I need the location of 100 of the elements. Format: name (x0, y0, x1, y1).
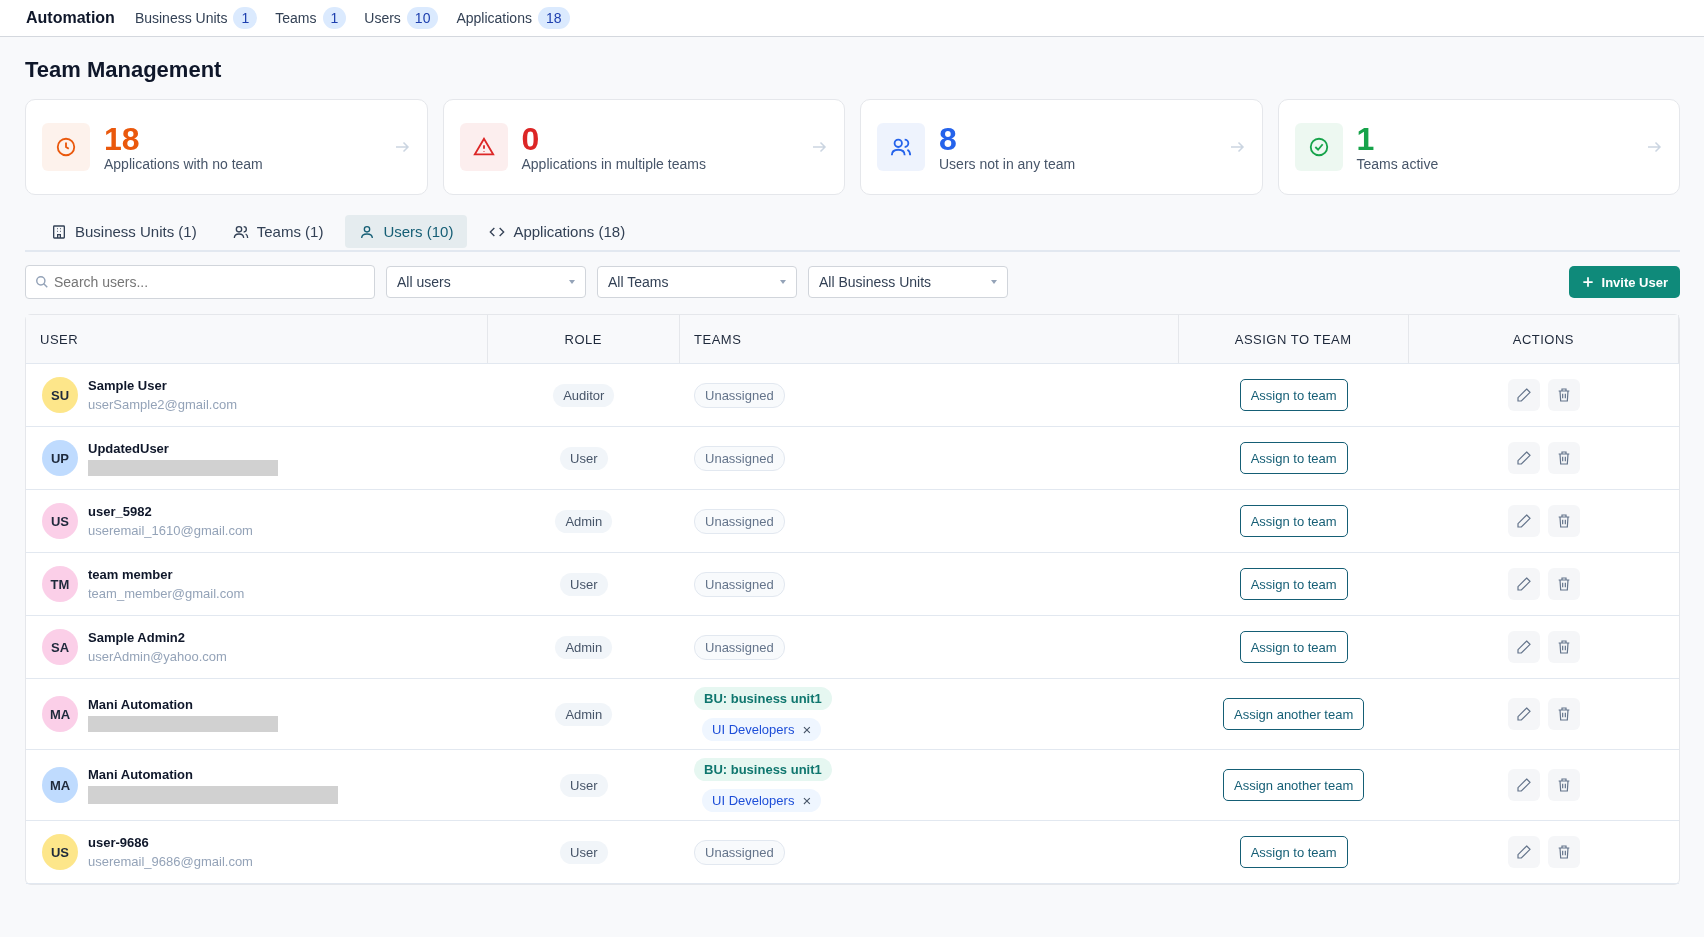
pencil-icon (1515, 844, 1532, 860)
status-tag: Unassigned (694, 382, 785, 408)
delete-button[interactable] (1547, 568, 1580, 600)
edit-button[interactable] (1507, 505, 1540, 537)
filter-dropdown[interactable]: All users (386, 266, 586, 298)
edit-button[interactable] (1507, 836, 1540, 868)
assign-team-button[interactable]: Assign to team (1239, 442, 1348, 474)
remove-button[interactable]: × (802, 722, 812, 737)
column-header: USER (40, 331, 79, 347)
role-tag: Admin (555, 635, 613, 659)
assign-team-button[interactable]: Assign to team (1239, 379, 1348, 411)
delete-button[interactable] (1547, 836, 1580, 868)
user-name: UpdatedUser (88, 440, 170, 456)
column-header: ACTIONS (1512, 331, 1575, 347)
status-tag: Unassigned (694, 571, 785, 597)
role-tag: User (560, 446, 608, 470)
business-unit-tag: BU: business unit1 (694, 758, 832, 781)
delete-button[interactable] (1547, 698, 1580, 730)
user-email: userAdmin@yahoo.com (88, 649, 227, 664)
pencil-icon (1515, 387, 1532, 403)
nav-link[interactable]: Business Units (134, 10, 228, 26)
status-tag: Unassigned (694, 839, 785, 865)
edit-button[interactable] (1507, 379, 1540, 411)
count-badge: 1 (322, 7, 347, 29)
user-name: user_5982 (88, 504, 153, 519)
user-icon (359, 223, 376, 240)
edit-button[interactable] (1507, 698, 1540, 730)
delete-button[interactable] (1547, 442, 1580, 474)
assign-team-button[interactable]: Assign to team (1239, 568, 1348, 600)
stat-value: 18 (104, 122, 141, 156)
count-badge: 18 (537, 7, 570, 29)
avatar: UP (42, 440, 78, 476)
edit-button[interactable] (1507, 769, 1540, 801)
check-circle-icon (1307, 136, 1330, 158)
team-name: UI Developers (712, 793, 795, 808)
pencil-icon (1515, 706, 1532, 722)
app-brand: Automation (26, 9, 115, 27)
invite-user-button[interactable]: Invite User (1568, 266, 1680, 298)
status-tag: Unassigned (694, 508, 785, 534)
search-icon (35, 275, 49, 289)
pencil-icon (1515, 450, 1532, 466)
pencil-icon (1515, 576, 1532, 592)
assign-team-button[interactable]: Assign another team (1223, 769, 1365, 801)
business-unit-tag: BU: business unit1 (694, 687, 832, 710)
count-badge: 10 (406, 7, 439, 29)
stat-card[interactable]: 1 Teams active (1277, 99, 1680, 195)
avatar: US (42, 834, 78, 870)
edit-button[interactable] (1507, 568, 1540, 600)
tab[interactable]: Business Units (1) (37, 215, 211, 248)
nav-link[interactable]: Applications (456, 10, 532, 26)
status-tag: Unassigned (694, 634, 785, 660)
filter-dropdown[interactable]: All Business Units (808, 266, 1008, 298)
caret-icon (780, 280, 786, 284)
tab[interactable]: Teams (1) (218, 215, 338, 248)
assign-team-button[interactable]: Assign to team (1239, 505, 1348, 537)
user-name: Mani Automation (88, 766, 194, 782)
stat-value: 1 (1356, 122, 1376, 156)
tab[interactable]: Applications (18) (475, 215, 640, 248)
assign-team-button[interactable]: Assign another team (1223, 698, 1365, 730)
edit-button[interactable] (1507, 631, 1540, 663)
caret-icon (991, 280, 997, 284)
edit-button[interactable] (1507, 442, 1540, 474)
column-header: TEAMS (694, 331, 742, 347)
user-email: useremail_9686@gmail.com (88, 854, 253, 869)
stat-value: 8 (939, 122, 958, 156)
delete-button[interactable] (1547, 769, 1580, 801)
user-email: team_member@gmail.com (88, 586, 245, 601)
tab[interactable]: Users (10) (345, 215, 468, 248)
role-tag: User (560, 572, 608, 596)
remove-button[interactable]: × (802, 793, 812, 808)
avatar: TM (42, 566, 78, 602)
column-header: ASSIGN TO TEAM (1234, 331, 1352, 347)
nav-link[interactable]: Teams (275, 10, 317, 26)
count-badge: 1 (233, 7, 258, 29)
column-header: ROLE (564, 331, 602, 347)
users-icon (232, 223, 249, 240)
delete-button[interactable] (1547, 379, 1580, 411)
user-name: Mani Automation (88, 696, 194, 712)
caret-icon (569, 280, 575, 284)
user-name: user-9686 (88, 835, 150, 850)
avatar: US (42, 503, 78, 539)
assign-team-button[interactable]: Assign to team (1239, 631, 1348, 663)
avatar: SA (42, 629, 78, 665)
delete-button[interactable] (1547, 631, 1580, 663)
plus-icon (1580, 275, 1595, 289)
role-tag: User (560, 840, 608, 864)
user-name: team member (88, 567, 174, 582)
assign-team-button[interactable]: Assign to team (1239, 836, 1348, 868)
stat-card[interactable]: 8 Users not in any team (860, 99, 1263, 195)
nav-link[interactable]: Users (364, 10, 401, 26)
stat-card[interactable]: 0 Applications in multiple teams (442, 99, 845, 195)
stat-label: Applications in multiple teams (521, 156, 707, 172)
role-tag: User (560, 773, 608, 797)
stat-label: Users not in any team (939, 156, 1077, 172)
avatar: SU (42, 377, 78, 413)
stat-card[interactable]: 18 Applications with no team (25, 99, 428, 195)
delete-button[interactable] (1547, 505, 1580, 537)
search-field[interactable]: Search users... (25, 265, 375, 299)
filter-dropdown[interactable]: All Teams (597, 266, 797, 298)
warning-icon (472, 136, 495, 158)
